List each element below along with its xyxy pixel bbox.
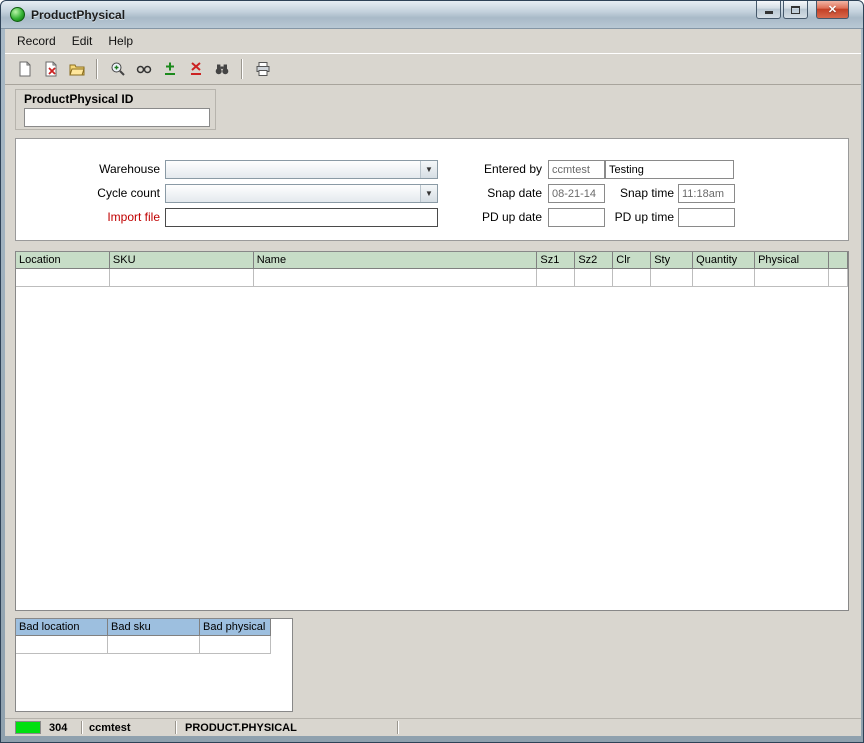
new-record-icon [19, 61, 30, 76]
snap-time-label: Snap time [619, 186, 674, 200]
close-button[interactable]: ✕ [816, 1, 849, 19]
snap-time-input[interactable] [678, 184, 735, 203]
glasses-icon [136, 65, 151, 73]
productphysical-id-label: ProductPhysical ID [24, 92, 134, 106]
menu-record[interactable]: Record [9, 31, 64, 51]
column-header [829, 252, 848, 269]
toolbar-separator [96, 58, 98, 79]
application-window: ProductPhysical ✕ Record Edit Help Produ… [0, 0, 864, 743]
delete-row-button[interactable] [184, 57, 207, 80]
find-button[interactable] [210, 57, 233, 80]
table-cell[interactable] [829, 269, 848, 287]
binoculars-icon [215, 64, 228, 74]
new-record-button[interactable] [13, 57, 36, 80]
status-bar: 304 ccmtest PRODUCT.PHYSICAL [5, 718, 861, 736]
title-bar[interactable]: ProductPhysical ✕ [1, 1, 863, 29]
import-file-label: Import file [107, 210, 160, 224]
maximize-button[interactable] [783, 1, 808, 19]
chevron-down-icon: ▼ [420, 185, 437, 202]
table-cell[interactable] [693, 269, 756, 287]
column-header: Bad location [16, 619, 108, 636]
table-row [16, 269, 848, 287]
window-title: ProductPhysical [31, 8, 126, 22]
entered-by-label: Entered by [483, 162, 542, 176]
table-cell[interactable] [109, 269, 254, 287]
entered-by-user-input[interactable] [548, 160, 605, 179]
column-header: Quantity [693, 252, 756, 269]
cycle-count-dropdown[interactable]: ▼ [165, 184, 438, 203]
column-header: Physical [755, 252, 829, 269]
chevron-down-icon: ▼ [420, 161, 437, 178]
column-header: Bad physical [200, 619, 271, 636]
open-folder-icon [68, 64, 85, 75]
cycle-count-label: Cycle count [97, 186, 160, 200]
menu-edit[interactable]: Edit [64, 31, 101, 51]
printer-icon [256, 61, 269, 76]
menu-bar: Record Edit Help [5, 29, 861, 53]
table-cell[interactable] [575, 269, 614, 287]
table-cell[interactable] [200, 636, 271, 654]
client-area: Record Edit Help ProductPhysical ID Ware… [5, 29, 861, 736]
table-cell[interactable] [108, 636, 200, 654]
pd-up-time-label: PD up time [614, 210, 674, 224]
delete-record-icon [45, 61, 56, 76]
table-cell[interactable] [651, 269, 694, 287]
column-header: SKU [109, 252, 254, 269]
close-icon: ✕ [827, 4, 838, 16]
column-header: Sty [651, 252, 694, 269]
column-header: Bad sku [108, 619, 200, 636]
zoom-icon [111, 62, 125, 76]
toolbar [5, 53, 861, 85]
insert-row-icon [164, 62, 175, 75]
status-separator [81, 721, 83, 734]
column-header: Sz2 [575, 252, 614, 269]
status-separator [175, 721, 177, 734]
column-header: Location [16, 252, 110, 269]
view-button[interactable] [132, 57, 155, 80]
product-physical-grid: Location SKU Name Sz1 Sz2 Clr Sty Quantity Physi… [15, 251, 849, 611]
insert-row-button[interactable] [158, 57, 181, 80]
status-record-name: PRODUCT.PHYSICAL [185, 722, 297, 734]
app-icon [10, 7, 25, 22]
form-panel: Warehouse ▼ Cycle count ▼ Import file En… [15, 138, 849, 241]
table-cell[interactable] [253, 269, 538, 287]
productphysical-id-group: ProductPhysical ID [15, 89, 216, 130]
column-header: Name [253, 252, 538, 269]
status-code: 304 [49, 722, 68, 734]
minimize-icon [764, 11, 773, 14]
import-file-input[interactable] [165, 208, 438, 227]
column-header: Clr [613, 252, 652, 269]
status-indicator [15, 721, 41, 734]
table-cell[interactable] [16, 636, 108, 654]
table-row [16, 636, 292, 654]
warehouse-dropdown[interactable]: ▼ [165, 160, 438, 179]
table-cell[interactable] [755, 269, 829, 287]
pd-up-time-input[interactable] [678, 208, 735, 227]
delete-record-button[interactable] [39, 57, 62, 80]
bad-rows-grid: Bad location Bad sku Bad physical [15, 618, 293, 712]
toolbar-separator [241, 58, 243, 79]
snap-date-label: Snap date [487, 186, 542, 200]
print-button[interactable] [251, 57, 274, 80]
status-user: ccmtest [89, 722, 131, 734]
table-cell[interactable] [613, 269, 652, 287]
minimize-button[interactable] [756, 1, 781, 19]
table-cell[interactable] [16, 269, 110, 287]
maximize-icon [791, 5, 800, 14]
productphysical-id-input[interactable] [24, 108, 210, 127]
column-header: Sz1 [537, 252, 576, 269]
open-button[interactable] [65, 57, 88, 80]
table-cell[interactable] [537, 269, 576, 287]
zoom-button[interactable] [106, 57, 129, 80]
menu-help[interactable]: Help [100, 31, 141, 51]
entered-by-name-input[interactable] [605, 160, 734, 179]
status-separator [397, 721, 399, 734]
delete-row-icon [190, 61, 201, 75]
pd-up-date-label: PD up date [481, 210, 542, 224]
warehouse-label: Warehouse [99, 162, 160, 176]
